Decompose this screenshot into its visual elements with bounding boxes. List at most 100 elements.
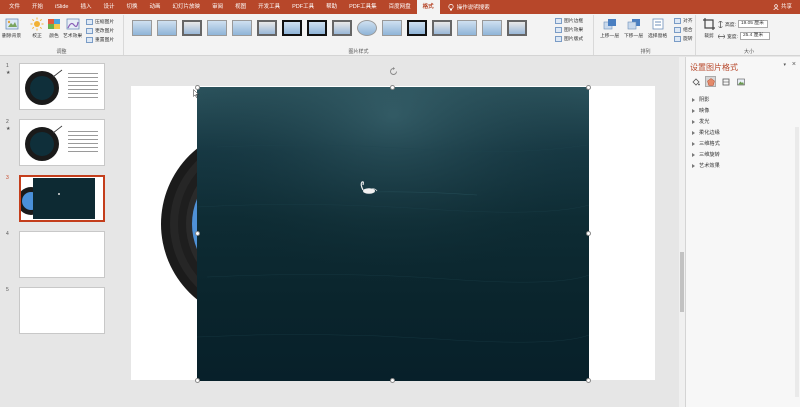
picture-style-12[interactable] (407, 20, 427, 36)
resize-handle-bottom-right[interactable] (586, 378, 591, 383)
tab-design[interactable]: 设计 (98, 0, 121, 14)
slide-preview (19, 119, 105, 166)
group-button[interactable]: 组合 (674, 26, 693, 33)
picture-border-icon (555, 17, 562, 24)
share-button[interactable]: 共享 (773, 0, 792, 14)
paint-bucket-icon (691, 77, 700, 86)
size-properties-tab[interactable] (720, 76, 731, 87)
picture-style-3[interactable] (182, 20, 202, 36)
change-picture-button[interactable]: 更改图片 (86, 27, 114, 34)
height-input[interactable]: 19.05 厘米 (737, 20, 768, 28)
picture-effects-button[interactable]: 图片效果 (555, 26, 583, 33)
artistic-effects-button[interactable]: 艺术效果 (63, 17, 82, 39)
tab-file[interactable]: 文件 (3, 0, 26, 14)
slide-preview-selected (19, 175, 105, 222)
width-input[interactable]: 25.4 厘米 (739, 32, 770, 40)
tab-slideshow[interactable]: 幻灯片放映 (167, 0, 207, 14)
format-pane-scrollbar[interactable] (795, 127, 799, 397)
crop-icon (703, 18, 715, 30)
section-artistic-effects[interactable]: 艺术效果 (692, 162, 720, 169)
resize-handle-bottom-left[interactable] (195, 378, 200, 383)
tab-help[interactable]: 帮助 (320, 0, 343, 14)
picture-style-11[interactable] (382, 20, 402, 36)
rotate-button[interactable]: 旋转 (674, 35, 693, 42)
picture-style-14[interactable] (457, 20, 477, 36)
resize-handle-left[interactable] (195, 231, 200, 236)
align-button[interactable]: 对齐 (674, 17, 693, 24)
picture-style-5[interactable] (232, 20, 252, 36)
tab-format[interactable]: 格式 (416, 0, 440, 14)
slide-preview (19, 287, 105, 334)
picture-layout-button[interactable]: 图片版式 (555, 35, 583, 42)
sun-icon (30, 17, 44, 31)
slide-3-art (21, 177, 103, 220)
color-button[interactable]: 颜色 (47, 17, 61, 39)
section-3d-rotation[interactable]: 三维旋转 (692, 151, 720, 158)
picture-style-1[interactable] (132, 20, 152, 36)
picture-border-button[interactable]: 图片边框 (555, 17, 583, 24)
selection-pane-button[interactable]: 选择窗格 (648, 17, 667, 39)
tab-transitions[interactable]: 切换 (121, 0, 144, 14)
slide-2-art (25, 125, 98, 161)
tab-animations[interactable]: 动画 (144, 0, 167, 14)
picture-style-gallery (132, 20, 527, 36)
tab-home[interactable]: 开始 (26, 0, 49, 14)
tab-view[interactable]: 视图 (229, 0, 252, 14)
section-soft-edges[interactable]: 柔化边缘 (692, 129, 720, 136)
section-glow[interactable]: 发光 (692, 118, 709, 125)
rotation-handle-icon[interactable] (389, 67, 398, 76)
picture-style-8[interactable] (307, 20, 327, 36)
picture-icon (736, 78, 745, 85)
format-pane-title: 设置图片格式 (690, 63, 738, 72)
bring-forward-button[interactable]: 上移一层 (600, 17, 619, 39)
resize-handle-bottom[interactable] (390, 378, 395, 383)
tab-baidu-netdisk[interactable]: 百度网盘 (383, 0, 417, 14)
tab-insert[interactable]: 插入 (74, 0, 97, 14)
picture-style-2[interactable] (157, 20, 177, 36)
resize-handle-top-right[interactable] (586, 85, 591, 90)
section-3d-format[interactable]: 三维格式 (692, 140, 720, 147)
corrections-button[interactable]: 校正 (30, 17, 44, 39)
tell-me-search[interactable]: 操作说明搜索 (448, 3, 490, 11)
crop-button[interactable]: 裁剪 (702, 17, 716, 39)
reset-picture-button[interactable]: 重置图片 (86, 36, 114, 43)
compress-pictures-button[interactable]: 压缩图片 (86, 18, 114, 25)
slide-preview (19, 63, 105, 110)
effects-tab[interactable] (705, 76, 716, 87)
pane-options-chevron-icon[interactable]: ▾ (783, 62, 786, 68)
width-spinner: 宽度: 25.4 厘米 (718, 32, 770, 40)
menu-bar: 文件 开始 iSlide 插入 设计 切换 动画 幻灯片放映 审阅 视图 开发工… (0, 0, 800, 14)
arrange-group-label: 排列 (640, 49, 651, 55)
picture-tab[interactable] (735, 76, 746, 87)
canvas-scroll-thumb[interactable] (680, 252, 684, 312)
tab-pdf-toolset[interactable]: PDF工具集 (343, 0, 383, 14)
section-reflection[interactable]: 映像 (692, 107, 709, 114)
picture-style-7[interactable] (282, 20, 302, 36)
swan-on-lake-image (196, 87, 590, 381)
picture-style-9[interactable] (332, 20, 352, 36)
tab-islide[interactable]: iSlide (49, 0, 74, 14)
selected-picture[interactable] (196, 87, 590, 381)
picture-style-10[interactable] (357, 20, 377, 36)
picture-style-15[interactable] (482, 20, 502, 36)
picture-style-16[interactable] (507, 20, 527, 36)
picture-style-13[interactable] (432, 20, 452, 36)
reset-picture-icon (86, 36, 93, 43)
rotate-icon (674, 35, 681, 42)
picture-style-6[interactable] (257, 20, 277, 36)
picture-style-4[interactable] (207, 20, 227, 36)
resize-handle-top[interactable] (390, 85, 395, 90)
pentagon-effects-icon (706, 77, 715, 86)
slide-thumbnail-pane: 1 ★ 2 ★ 3 4 5 (0, 57, 108, 407)
tab-pdf-tools[interactable]: PDF工具 (286, 0, 320, 14)
remove-background-button[interactable]: 删除背景 (2, 17, 21, 39)
close-icon[interactable]: × (792, 61, 796, 68)
tab-developer[interactable]: 开发工具 (252, 0, 286, 14)
resize-handle-right[interactable] (586, 231, 591, 236)
tab-review[interactable]: 审阅 (206, 0, 229, 14)
compress-icon (86, 18, 93, 25)
section-shadow[interactable]: 阴影 (692, 96, 709, 103)
fill-line-tab[interactable] (690, 76, 701, 87)
tell-me-label: 操作说明搜索 (456, 5, 490, 11)
send-backward-button[interactable]: 下移一层 (624, 17, 643, 39)
